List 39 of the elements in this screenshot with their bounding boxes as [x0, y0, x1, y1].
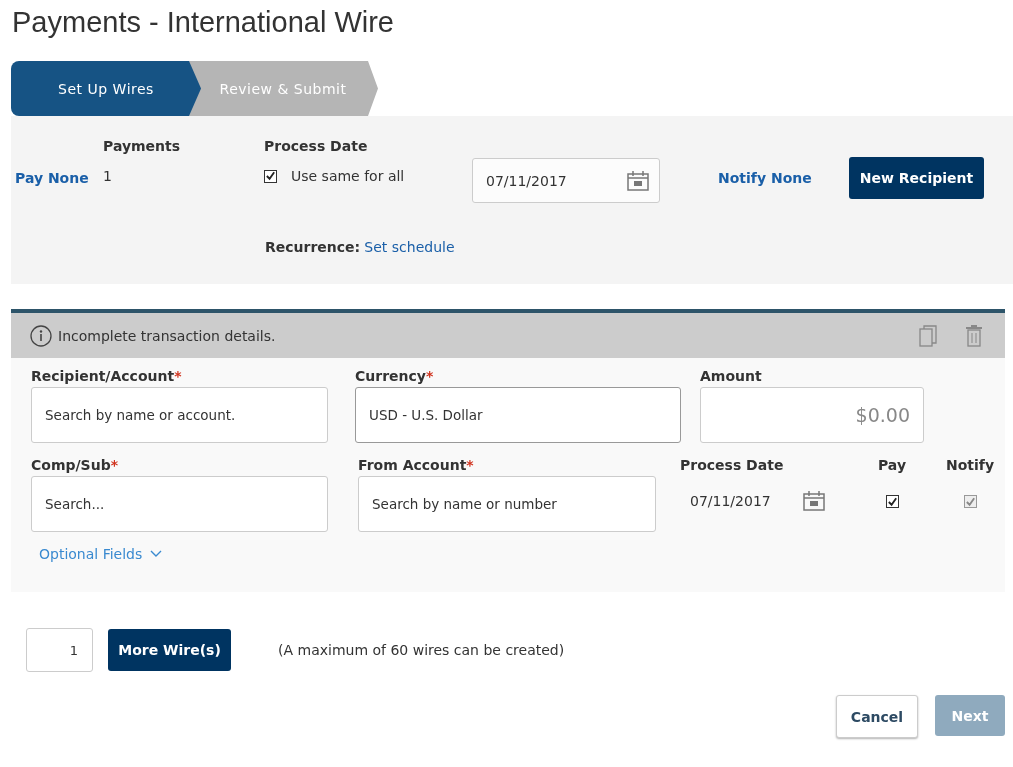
field-label: Amount: [700, 368, 763, 384]
recurrence-label: Recurrence:: [265, 239, 361, 255]
field-label: Process Date: [680, 457, 785, 473]
input-field[interactable]: Search...: [31, 476, 328, 532]
calendar-icon[interactable]: [627, 170, 649, 191]
pay-none-link[interactable]: Pay None: [15, 170, 103, 186]
pay-label: Pay: [878, 457, 906, 473]
process-date-value: 07/11/2017: [690, 493, 771, 509]
max-wires-note: (A maximum of 60 wires can be created): [278, 642, 565, 658]
cancel-button[interactable]: Cancel: [836, 695, 918, 738]
input-field[interactable]: $0.00: [700, 387, 924, 443]
checkbox[interactable]: [264, 169, 277, 183]
currency-field[interactable]: USD - U.S. Dollar: [355, 387, 681, 443]
notify-label: Notify: [946, 457, 995, 473]
date-field[interactable]: 07/11/2017: [472, 158, 660, 203]
field-label: From Account*: [358, 457, 475, 473]
more-wires-button[interactable]: More Wire(s): [108, 629, 231, 671]
page-title: Payments - International Wire: [11, 5, 395, 40]
info-icon: [30, 324, 52, 347]
wire-count-field[interactable]: 1: [26, 628, 93, 672]
use-same-label: Use same for all: [291, 168, 405, 184]
optional-fields-link[interactable]: Optional Fields: [39, 546, 163, 562]
new-recipient-button[interactable]: New Recipient: [849, 157, 984, 199]
process-date-label: Process Date: [264, 138, 369, 154]
checkbox[interactable]: [885, 495, 899, 508]
field-label: Currency*: [355, 368, 435, 384]
chevron-down-icon: [150, 550, 163, 558]
trash-icon[interactable]: [965, 324, 983, 347]
field-label: Comp/Sub*: [31, 457, 119, 473]
notify-none-link[interactable]: Notify None: [718, 170, 849, 186]
payments-count: 1: [103, 168, 113, 184]
input-field[interactable]: Search by name or account.: [31, 387, 328, 443]
wizard-step[interactable]: Set Up Wires: [11, 61, 201, 116]
field-label: Recipient/Account*: [31, 368, 183, 384]
input-field[interactable]: Search by name or number: [358, 476, 656, 532]
payments-label: Payments: [103, 138, 182, 154]
set-schedule-link[interactable]: Set schedule: [364, 239, 455, 255]
status-message: Incomplete transaction details.: [58, 327, 277, 344]
calendar-icon[interactable]: [802, 491, 825, 511]
